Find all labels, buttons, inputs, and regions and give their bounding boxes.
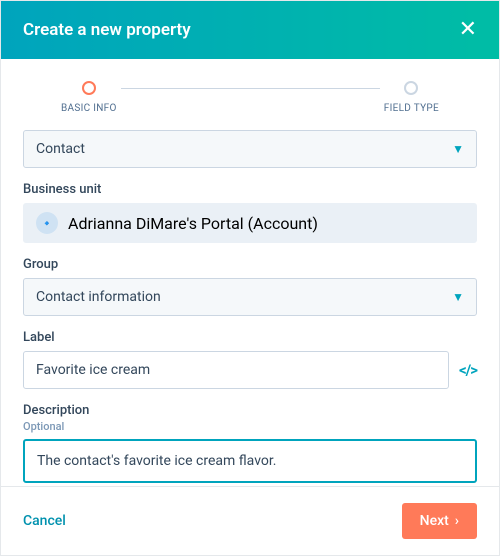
step-basic-info[interactable]: BASIC INFO [61,81,117,114]
close-icon[interactable]: ✕ [459,19,477,41]
chevron-right-icon: › [455,513,459,529]
field-description: Description Optional The contact's favor… [23,403,477,483]
business-unit-value: Adrianna DiMare's Portal (Account) [68,214,318,233]
group-value: Contact information [36,289,161,305]
object-select[interactable]: Contact ▼ [23,130,477,168]
group-select[interactable]: Contact information ▼ [23,278,477,316]
label-label: Label [23,330,477,345]
description-input[interactable]: The contact's favorite ice cream flavor. [23,439,477,483]
chevron-down-icon: ▼ [452,290,464,304]
next-button[interactable]: Next › [402,503,477,539]
business-unit-label: Business unit [23,182,477,197]
step-label: FIELD TYPE [384,103,439,114]
panel-title: Create a new property [23,20,191,40]
description-value: The contact's favorite ice cream flavor. [37,453,276,469]
chevron-down-icon: ▼ [452,142,464,156]
step-circle [404,81,418,95]
field-label: Label Favorite ice cream </> [23,330,477,389]
field-object: Contact ▼ [23,130,477,168]
optional-text: Optional [23,420,477,433]
next-label: Next [420,513,449,529]
panel-footer: Cancel Next › [1,486,499,555]
step-label: BASIC INFO [61,103,117,114]
group-label: Group [23,257,477,272]
label-value: Favorite ice cream [36,362,150,378]
code-icon[interactable]: </> [459,361,477,379]
label-input[interactable]: Favorite ice cream [23,351,449,389]
step-circle-active [82,81,96,95]
object-value: Contact [36,141,85,157]
field-business-unit: Business unit 🔹 Adrianna DiMare's Portal… [23,182,477,243]
step-field-type[interactable]: FIELD TYPE [384,81,439,114]
form-body: Contact ▼ Business unit 🔹 Adrianna DiMar… [1,122,499,486]
portal-icon: 🔹 [36,212,58,234]
create-property-panel: Create a new property ✕ BASIC INFO FIELD… [0,0,500,556]
cancel-button[interactable]: Cancel [23,513,66,529]
panel-header: Create a new property ✕ [1,1,499,59]
business-unit-display[interactable]: 🔹 Adrianna DiMare's Portal (Account) [23,203,477,243]
stepper: BASIC INFO FIELD TYPE [1,59,499,122]
description-label: Description Optional [23,403,477,433]
field-group: Group Contact information ▼ [23,257,477,316]
stepper-line [121,88,380,89]
